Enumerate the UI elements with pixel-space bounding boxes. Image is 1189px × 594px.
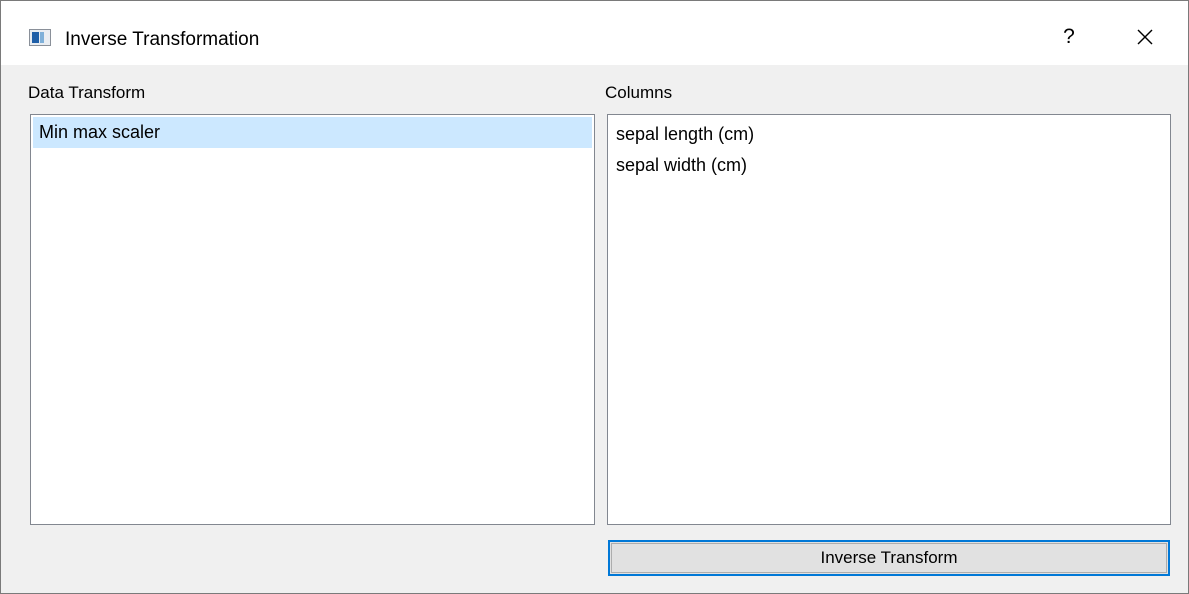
dialog-window: Inverse Transformation ? Data Transform … [0,0,1189,594]
inverse-transform-button[interactable]: Inverse Transform [608,540,1170,576]
data-transform-list[interactable]: Min max scaler [30,114,595,525]
title-bar[interactable]: Inverse Transformation ? [1,1,1188,65]
columns-list[interactable]: sepal length (cm) sepal width (cm) [607,114,1171,525]
column-item-sepal-width[interactable]: sepal width (cm) [610,150,1168,181]
close-icon [1137,29,1153,45]
inverse-transform-button-label: Inverse Transform [820,548,958,567]
window-title: Inverse Transformation [65,29,260,50]
columns-label: Columns [605,83,673,102]
column-item-sepal-length[interactable]: sepal length (cm) [610,119,1168,150]
help-button[interactable]: ? [1047,15,1091,59]
transform-item-min-max-scaler[interactable]: Min max scaler [33,117,592,148]
data-transform-label: Data Transform [28,83,146,102]
window-app-icon [29,29,51,46]
close-button[interactable] [1121,15,1169,59]
